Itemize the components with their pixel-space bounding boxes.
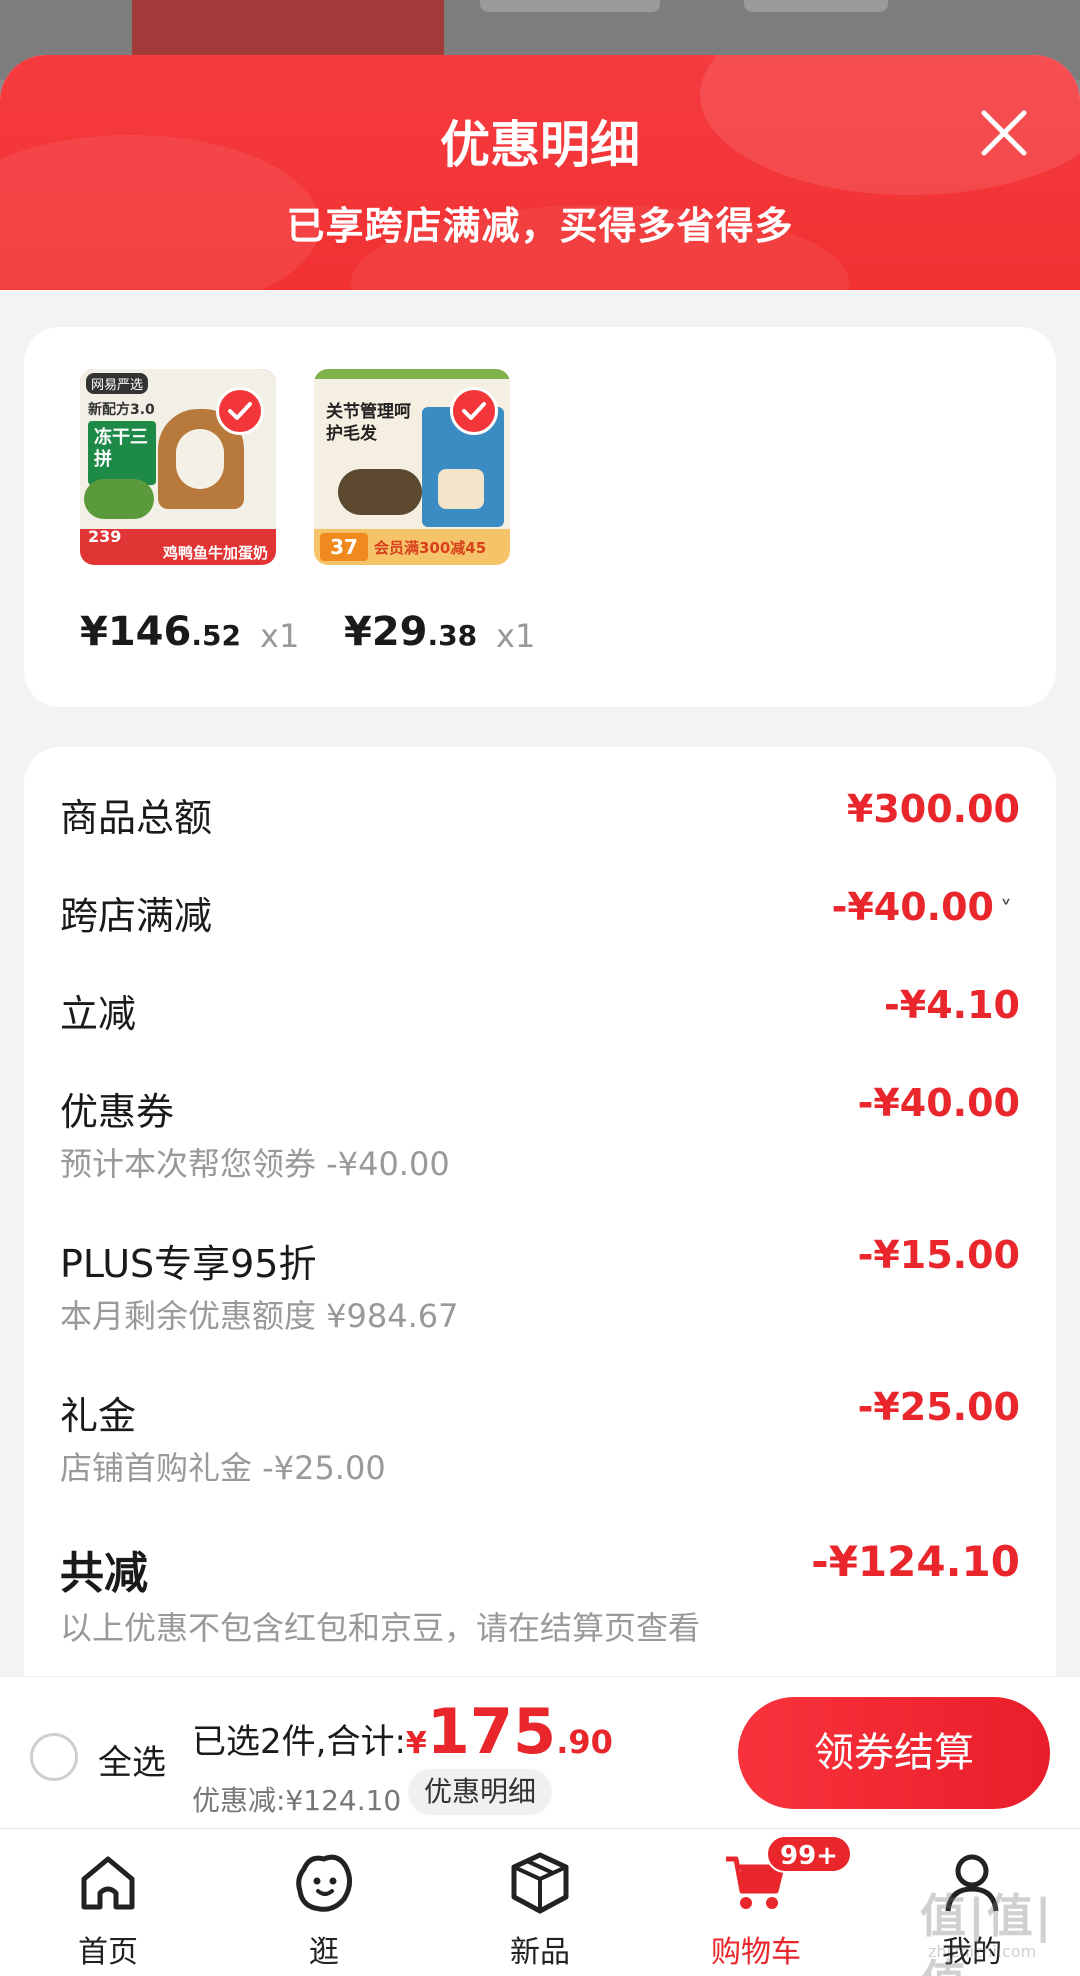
product-image[interactable]: 网易严选 新配方3.0 冻干三拼 239 鸡鸭鱼牛加蛋奶 [80,369,276,565]
product-tag: 新配方3.0 [88,402,155,418]
row-amount: -¥25.00 [857,1385,1020,1429]
sheet-subtitle: 已享跨店满减，买得多省得多 [286,204,794,248]
total-currency: ¥ [405,1726,427,1761]
product-image-strip [314,369,510,379]
discount-summary: 优惠减:¥124.10 [192,1784,402,1817]
row-label: 礼金 [60,1394,137,1438]
price-integer: 29 [371,609,428,655]
product-quantity: x1 [260,617,300,655]
product-green-label: 冻干三拼 [88,421,156,485]
row-label: 商品总额 [60,796,213,840]
total-integer: 175 [426,1695,557,1768]
order-summary: 已选2件,合计:¥175.90 [192,1695,613,1768]
price-decimal: .38 [427,619,478,652]
tab-label: 逛 [309,1935,339,1970]
price-decimal: .52 [191,619,241,652]
row-label: 立减 [60,992,137,1036]
product-thumb-price: 37 [320,533,368,561]
close-icon[interactable] [976,105,1032,161]
discount-detail-button[interactable]: 优惠明细 [408,1769,553,1815]
row-label: 跨店满减 [60,894,213,938]
tab-new[interactable]: 新品 [432,1829,648,1976]
box-icon [506,1849,574,1917]
background-chip [744,0,888,12]
tab-cart[interactable]: 99+ 购物车 [648,1829,864,1976]
row-subtext: 以上优惠不包含红包和京豆，请在结算页查看 [60,1609,701,1647]
row-label: PLUS专享95折 [60,1242,317,1286]
checkout-button[interactable]: 领券结算 [738,1697,1050,1809]
product-thumb-title: 关节管理呵护毛发 [326,402,411,444]
tab-home[interactable]: 首页 [0,1829,216,1976]
product-price: ¥29.38 [344,609,477,655]
product-thumb-caption: 鸡鸭鱼牛加蛋奶 [162,544,268,562]
face-icon [290,1849,358,1917]
row-subtext: 本月剩余优惠额度 ¥984.67 [60,1297,459,1335]
home-icon [74,1849,142,1917]
chevron-down-icon[interactable]: ˅ [1000,896,1012,924]
row-amount: -¥40.00 [831,885,994,929]
row-amount: -¥15.00 [857,1233,1020,1277]
product-price: ¥146.52 [80,609,241,655]
bottom-tab-bar: 首页 逛 新品 99+ 购物车 我的 [0,1828,1080,1976]
price-integer: 146 [107,609,192,655]
checkmark-icon [450,387,498,435]
select-all-label[interactable]: 全选 [98,1735,166,1784]
product-item[interactable]: 网易严选 新配方3.0 冻干三拼 239 鸡鸭鱼牛加蛋奶 ¥146.52 x1 [80,369,299,655]
selected-count-text: 已选2件,合计: [192,1722,406,1762]
sheet-title: 优惠明细 [440,116,640,174]
product-image[interactable]: 关节管理呵护毛发 37 会员满300减45 [314,369,510,565]
watermark-url: zhizhizhi.com [928,1942,1037,1961]
tab-browse[interactable]: 逛 [216,1829,432,1976]
sheet-header: 优惠明细 已享跨店满减，买得多省得多 [0,55,1080,290]
row-subtext: 预计本次帮您领券 -¥40.00 [60,1145,450,1183]
product-thumb-promo: 会员满300减45 [374,539,487,557]
row-label: 优惠券 [60,1090,175,1134]
row-amount: -¥4.10 [884,983,1020,1027]
background-product-image [132,0,444,60]
dog-face-illustration [176,429,224,489]
tab-label: 新品 [510,1935,570,1970]
select-all-checkbox[interactable] [30,1733,78,1781]
row-subtext: 店铺首购礼金 -¥25.00 [60,1449,386,1487]
product-quantity: x1 [496,617,536,655]
cart-count-badge: 99+ [766,1835,852,1873]
selected-products-card: 网易严选 新配方3.0 冻干三拼 239 鸡鸭鱼牛加蛋奶 ¥146.52 x1 … [24,327,1056,707]
price-currency: ¥ [344,609,372,655]
row-amount: ¥300.00 [846,787,1020,831]
watermark: 值|值|值 [920,1889,1054,1976]
total-decimal: .90 [556,1723,613,1761]
row-amount: -¥40.00 [857,1081,1020,1125]
row-amount: -¥124.10 [811,1537,1020,1586]
vegetable-illustration [84,479,154,519]
row-amount-wrap: -¥40.00 ˅ [832,885,1012,929]
checkmark-icon [216,387,264,435]
checkout-bar: 全选 已选2件,合计:¥175.90 优惠减:¥124.10 优惠明细 领券结算 [0,1676,1080,1828]
product-item[interactable]: 关节管理呵护毛发 37 会员满300减45 ¥29.38 x1 [314,369,535,655]
dog-illustration [438,469,484,509]
tab-label: 购物车 [711,1935,801,1970]
product-brand: 网易严选 [86,373,149,394]
tab-label: 首页 [78,1935,138,1970]
row-label: 共减 [60,1548,148,1599]
kibble-illustration [338,469,422,515]
background-chip [480,0,660,12]
price-currency: ¥ [80,609,108,655]
